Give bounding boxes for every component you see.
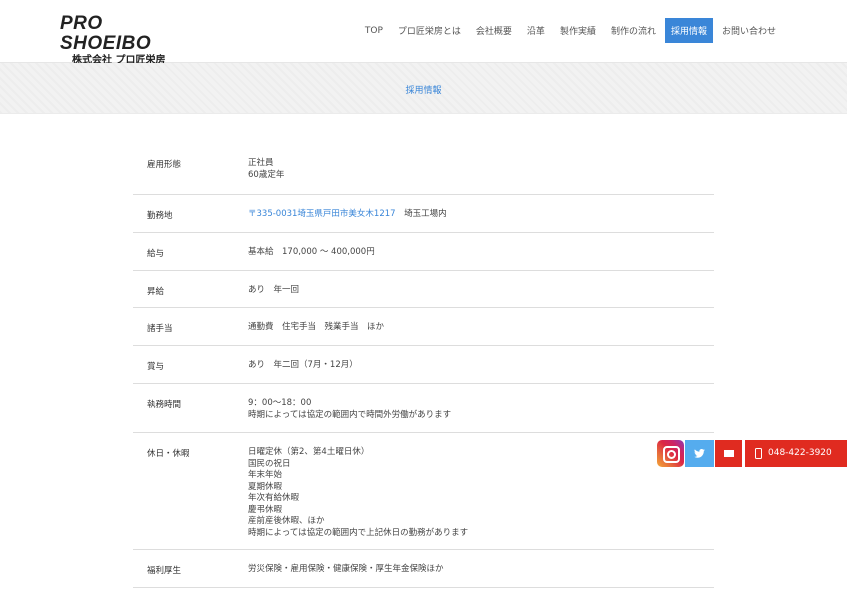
nav-item-top[interactable]: TOP (359, 20, 389, 42)
nav-item-about[interactable]: プロ匠栄房とは (392, 18, 467, 43)
row-label: 雇用形態 (147, 160, 182, 170)
row-value-line: 時期によっては協定の範囲内で上記休日の勤務があります (248, 527, 469, 538)
nav-item-history[interactable]: 沿革 (521, 18, 551, 43)
row-label: 諸手当 (147, 324, 173, 334)
table-row-location: 勤務地 〒335-0031埼玉県戸田市美女木1217 埼玉工場内 (133, 195, 714, 233)
row-value-line: あり 年一回 (248, 285, 300, 295)
envelope-glyph (724, 450, 734, 457)
row-value-line: 慶弔休暇 (248, 504, 283, 515)
nav-item-contact[interactable]: お問い合わせ (716, 18, 782, 43)
table-row-welfare: 福利厚生 労災保険・雇用保険・健康保険・厚生年金保険ほか (133, 550, 714, 588)
site-logo[interactable]: PRO SHOEIBO 株式会社 プロ匠栄房 (60, 14, 180, 67)
row-value-line: 正社員 (248, 158, 274, 168)
nav-item-flow[interactable]: 制作の流れ (605, 18, 662, 43)
row-value-line: 年末年始 (248, 470, 283, 480)
camera-lens (667, 450, 676, 459)
row-value-line: あり 年二回（7月・12月） (248, 360, 358, 370)
row-value-line: 産前産後休暇、ほか (248, 516, 325, 526)
twitter-bird-glyph (694, 448, 705, 458)
row-value-line: 通勤費 住宅手当 残業手当 ほか (248, 322, 385, 332)
row-value: あり 年一回 (248, 285, 714, 307)
row-value: 通勤費 住宅手当 残業手当 ほか (248, 322, 714, 345)
row-value-line: 基本給 170,000 ～ 400,000円 (248, 247, 375, 257)
row-value-line: 9：00～18：00 (248, 398, 312, 408)
phone-call-button[interactable]: 048-422-3920 (745, 440, 847, 467)
nav-item-works[interactable]: 製作実績 (554, 18, 602, 43)
nav-item-recruit[interactable]: 採用情報 (664, 18, 713, 43)
row-value: 正社員 60歳定年 (248, 158, 714, 194)
instagram-icon[interactable] (657, 440, 684, 467)
site-header: PRO SHOEIBO 株式会社 プロ匠栄房 TOP プロ匠栄房とは 会社概要 … (0, 0, 847, 67)
mail-icon[interactable] (715, 440, 742, 467)
nav-item-company[interactable]: 会社概要 (470, 18, 518, 43)
phone-icon (755, 448, 762, 459)
row-value-line: 〒335-0031埼玉県戸田市美女木1217 埼玉工場内 (248, 209, 714, 221)
table-row-salary: 給与 基本給 170,000 ～ 400,000円 (133, 233, 714, 271)
row-value: 9：00～18：00 時期によっては協定の範囲内で時間外労働があります (248, 398, 714, 432)
table-row-bonus: 賞与 あり 年二回（7月・12月） (133, 346, 714, 384)
contact-bar: 048-422-3920 (657, 440, 847, 467)
row-value-line: 労災保険・雇用保険・健康保険・厚生年金保険ほか (248, 564, 444, 574)
page-title: 採用情報 (405, 86, 442, 96)
row-value-line: 60歳定年 (248, 169, 285, 180)
address-link[interactable]: 〒335-0031埼玉県戸田市美女木1217 (248, 209, 396, 219)
row-label: 昇給 (147, 287, 165, 297)
row-value: あり 年二回（7月・12月） (248, 360, 714, 383)
table-row-raise: 昇給 あり 年一回 (133, 271, 714, 308)
row-value-line: 日曜定休（第2、第4土曜日休） (248, 447, 370, 457)
page-banner: 採用情報 (0, 63, 847, 114)
row-label: 休日・休暇 (147, 449, 190, 459)
main-nav: TOP プロ匠栄房とは 会社概要 沿革 製作実績 制作の流れ 採用情報 お問い合… (356, 18, 782, 43)
phone-number: 048-422-3920 (768, 448, 832, 458)
table-row-employment: 雇用形態 正社員 60歳定年 (133, 142, 714, 195)
row-value-line: 時期によっては協定の範囲内で時間外労働があります (248, 409, 452, 420)
row-value: 日曜定休（第2、第4土曜日休） 国民の祝日 年末年始 夏期休暇 年次有給休暇 慶… (248, 447, 714, 549)
row-value: 〒335-0031埼玉県戸田市美女木1217 埼玉工場内 (248, 209, 714, 232)
twitter-icon[interactable] (685, 440, 714, 467)
row-value: 労災保険・雇用保険・健康保険・厚生年金保険ほか (248, 564, 714, 587)
address-suffix: 埼玉工場内 (395, 209, 447, 219)
row-label: 福利厚生 (147, 566, 182, 576)
row-label: 賞与 (147, 362, 165, 372)
table-row-holidays: 休日・休暇 日曜定休（第2、第4土曜日休） 国民の祝日 年末年始 夏期休暇 年次… (133, 433, 714, 550)
row-value: 基本給 170,000 ～ 400,000円 (248, 247, 714, 270)
row-value-line: 年次有給休暇 (248, 493, 300, 503)
row-label: 勤務地 (147, 211, 173, 221)
row-label: 執務時間 (147, 400, 182, 410)
logo-main-text: PRO SHOEIBO (60, 13, 152, 54)
row-value-line: 夏期休暇 (248, 481, 283, 492)
row-value-line: 国民の祝日 (248, 458, 291, 469)
table-row-allowance: 諸手当 通勤費 住宅手当 残業手当 ほか (133, 308, 714, 346)
row-label: 給与 (147, 249, 165, 259)
table-row-hours: 執務時間 9：00～18：00 時期によっては協定の範囲内で時間外労働があります (133, 384, 714, 433)
recruit-table: 雇用形態 正社員 60歳定年 勤務地 〒335-0031埼玉県戸田市美女木121… (133, 142, 714, 588)
